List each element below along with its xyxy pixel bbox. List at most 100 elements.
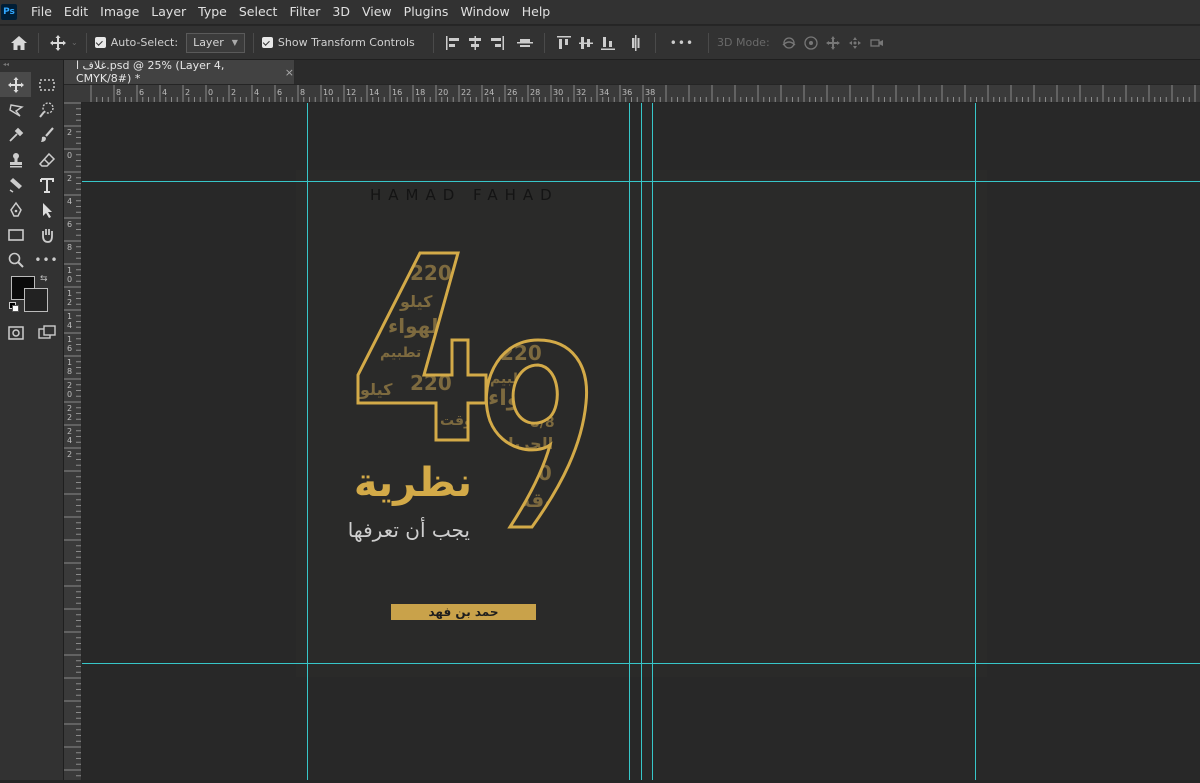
- type-tool[interactable]: [31, 172, 62, 197]
- rectangle-tool[interactable]: [0, 222, 31, 247]
- more-tools-icon[interactable]: •••: [31, 247, 62, 272]
- move-tool[interactable]: [0, 72, 31, 97]
- ruler-label: 4: [67, 436, 72, 445]
- swap-colors-icon[interactable]: ⇆: [40, 274, 48, 284]
- menu-filter[interactable]: Filter: [283, 0, 326, 24]
- menu-bar: Ps File Edit Image Layer Type Select Fil…: [0, 0, 1200, 24]
- document-tab[interactable]: غلاف ا.psd @ 25% (Layer 4, CMYK/8#) * ×: [64, 59, 295, 85]
- align-top-icon[interactable]: [553, 32, 575, 54]
- menu-file[interactable]: File: [25, 0, 58, 24]
- vertical-ruler[interactable]: 20246810121416182022242: [64, 102, 82, 780]
- menu-plugins[interactable]: Plugins: [398, 0, 455, 24]
- move-tool-icon[interactable]: [47, 32, 69, 54]
- auto-select-value: Layer: [193, 36, 224, 49]
- options-bar: ⌄ Auto-Select: Layer ▼ Show Transform Co…: [0, 25, 1200, 60]
- menu-image[interactable]: Image: [94, 0, 145, 24]
- fill-text: تطبيم: [490, 371, 531, 387]
- fill-text: 220: [410, 261, 452, 285]
- 3d-roll-icon: [800, 32, 822, 54]
- more-options-button[interactable]: •••: [670, 36, 694, 50]
- ruler-label: 2: [67, 174, 72, 183]
- distribute-horizontal-icon[interactable]: [514, 32, 536, 54]
- quick-mask-icon[interactable]: [0, 320, 31, 345]
- photoshop-logo-icon[interactable]: Ps: [1, 4, 17, 20]
- document-title: غلاف ا.psd @ 25% (Layer 4, CMYK/8#) *: [76, 59, 225, 85]
- vertical-guide[interactable]: [307, 103, 308, 780]
- align-bottom-icon[interactable]: [597, 32, 619, 54]
- ruler-label: 8: [116, 88, 121, 97]
- ruler-label: 34: [599, 88, 609, 97]
- fill-text: كيلو: [359, 380, 393, 399]
- eraser-tool[interactable]: [31, 147, 62, 172]
- brush-tool[interactable]: [31, 122, 62, 147]
- ruler-label: 4: [67, 197, 72, 206]
- vertical-ruler-ticks: 20246810121416182022242: [64, 102, 81, 777]
- separator: [38, 32, 39, 53]
- menu-type[interactable]: Type: [192, 0, 233, 24]
- separator: [252, 32, 254, 53]
- path-selection-tool[interactable]: [31, 197, 62, 222]
- separator: [432, 32, 434, 53]
- ruler-label: 4: [254, 88, 259, 97]
- ruler-label: 2: [67, 128, 72, 137]
- pen-tool[interactable]: [0, 197, 31, 222]
- marquee-tool[interactable]: [31, 72, 62, 97]
- align-middle-icon[interactable]: [575, 32, 597, 54]
- stamp-tool[interactable]: [0, 147, 31, 172]
- ruler-label: 2: [231, 88, 236, 97]
- auto-select-dropdown[interactable]: Layer ▼: [186, 32, 245, 53]
- align-center-icon[interactable]: [464, 32, 486, 54]
- menu-select[interactable]: Select: [233, 0, 284, 24]
- screen-mode-icon[interactable]: [31, 320, 62, 345]
- menu-layer[interactable]: Layer: [145, 0, 192, 24]
- home-icon[interactable]: [8, 32, 30, 54]
- panel-grip[interactable]: ◂◂: [0, 60, 63, 72]
- menu-help[interactable]: Help: [516, 0, 557, 24]
- eyedropper-tool[interactable]: [0, 122, 31, 147]
- horizontal-ruler[interactable]: 8 6 4 2 0 2 4 6 8 10 12 14 16 18 20 22 24 26 28 30 32 34 36 38: [82, 85, 1200, 103]
- transform-controls-label: Show Transform Controls: [277, 36, 415, 49]
- default-colors-icon[interactable]: [9, 302, 19, 312]
- 3d-orbit-icon: [778, 32, 800, 54]
- align-left-icon[interactable]: [442, 32, 464, 54]
- ruler-label: 0: [208, 88, 213, 97]
- vertical-guide[interactable]: [641, 103, 642, 780]
- book-subtitle-arabic: يجب أن تعرفها: [347, 518, 470, 542]
- ruler-label: 18: [415, 88, 425, 97]
- vertical-guide[interactable]: [975, 103, 976, 780]
- zoom-tool[interactable]: [0, 247, 31, 272]
- lasso-tool[interactable]: [0, 97, 31, 122]
- distribute-vertical-icon[interactable]: [625, 32, 647, 54]
- background-color-swatch[interactable]: [24, 288, 48, 312]
- menu-window[interactable]: Window: [454, 0, 515, 24]
- fill-text: الهواء: [488, 386, 551, 411]
- ruler-label: 12: [346, 88, 356, 97]
- ruler-label: 10: [323, 88, 333, 97]
- hand-tool[interactable]: [31, 222, 62, 247]
- quick-selection-tool[interactable]: [31, 97, 62, 122]
- gradient-tool[interactable]: [0, 172, 31, 197]
- ruler-label: 2: [185, 88, 190, 97]
- ruler-label: 2: [67, 298, 72, 307]
- chevron-down-icon[interactable]: ⌄: [71, 38, 78, 47]
- author-name-arabic: حمد بن فهد: [428, 605, 499, 619]
- author-name-band: حمد بن فهد: [391, 604, 536, 620]
- ruler-label: 6: [67, 344, 72, 353]
- menu-view[interactable]: View: [356, 0, 398, 24]
- ruler-label: 1: [67, 358, 72, 367]
- align-right-icon[interactable]: [486, 32, 508, 54]
- ruler-label: 0: [67, 275, 72, 284]
- menu-edit[interactable]: Edit: [58, 0, 94, 24]
- ruler-label: 16: [392, 88, 402, 97]
- close-icon[interactable]: ×: [285, 66, 294, 79]
- book-title-arabic: نظرية: [353, 460, 472, 506]
- ruler-label: 0: [67, 390, 72, 399]
- vertical-guide[interactable]: [629, 103, 630, 780]
- auto-select-checkbox[interactable]: [94, 37, 106, 48]
- separator: [708, 32, 710, 53]
- ruler-label: 26: [507, 88, 517, 97]
- transform-controls-checkbox[interactable]: [261, 37, 273, 48]
- ruler-label: 14: [369, 88, 379, 97]
- menu-3d[interactable]: 3D: [326, 0, 356, 24]
- vertical-guide[interactable]: [652, 103, 653, 780]
